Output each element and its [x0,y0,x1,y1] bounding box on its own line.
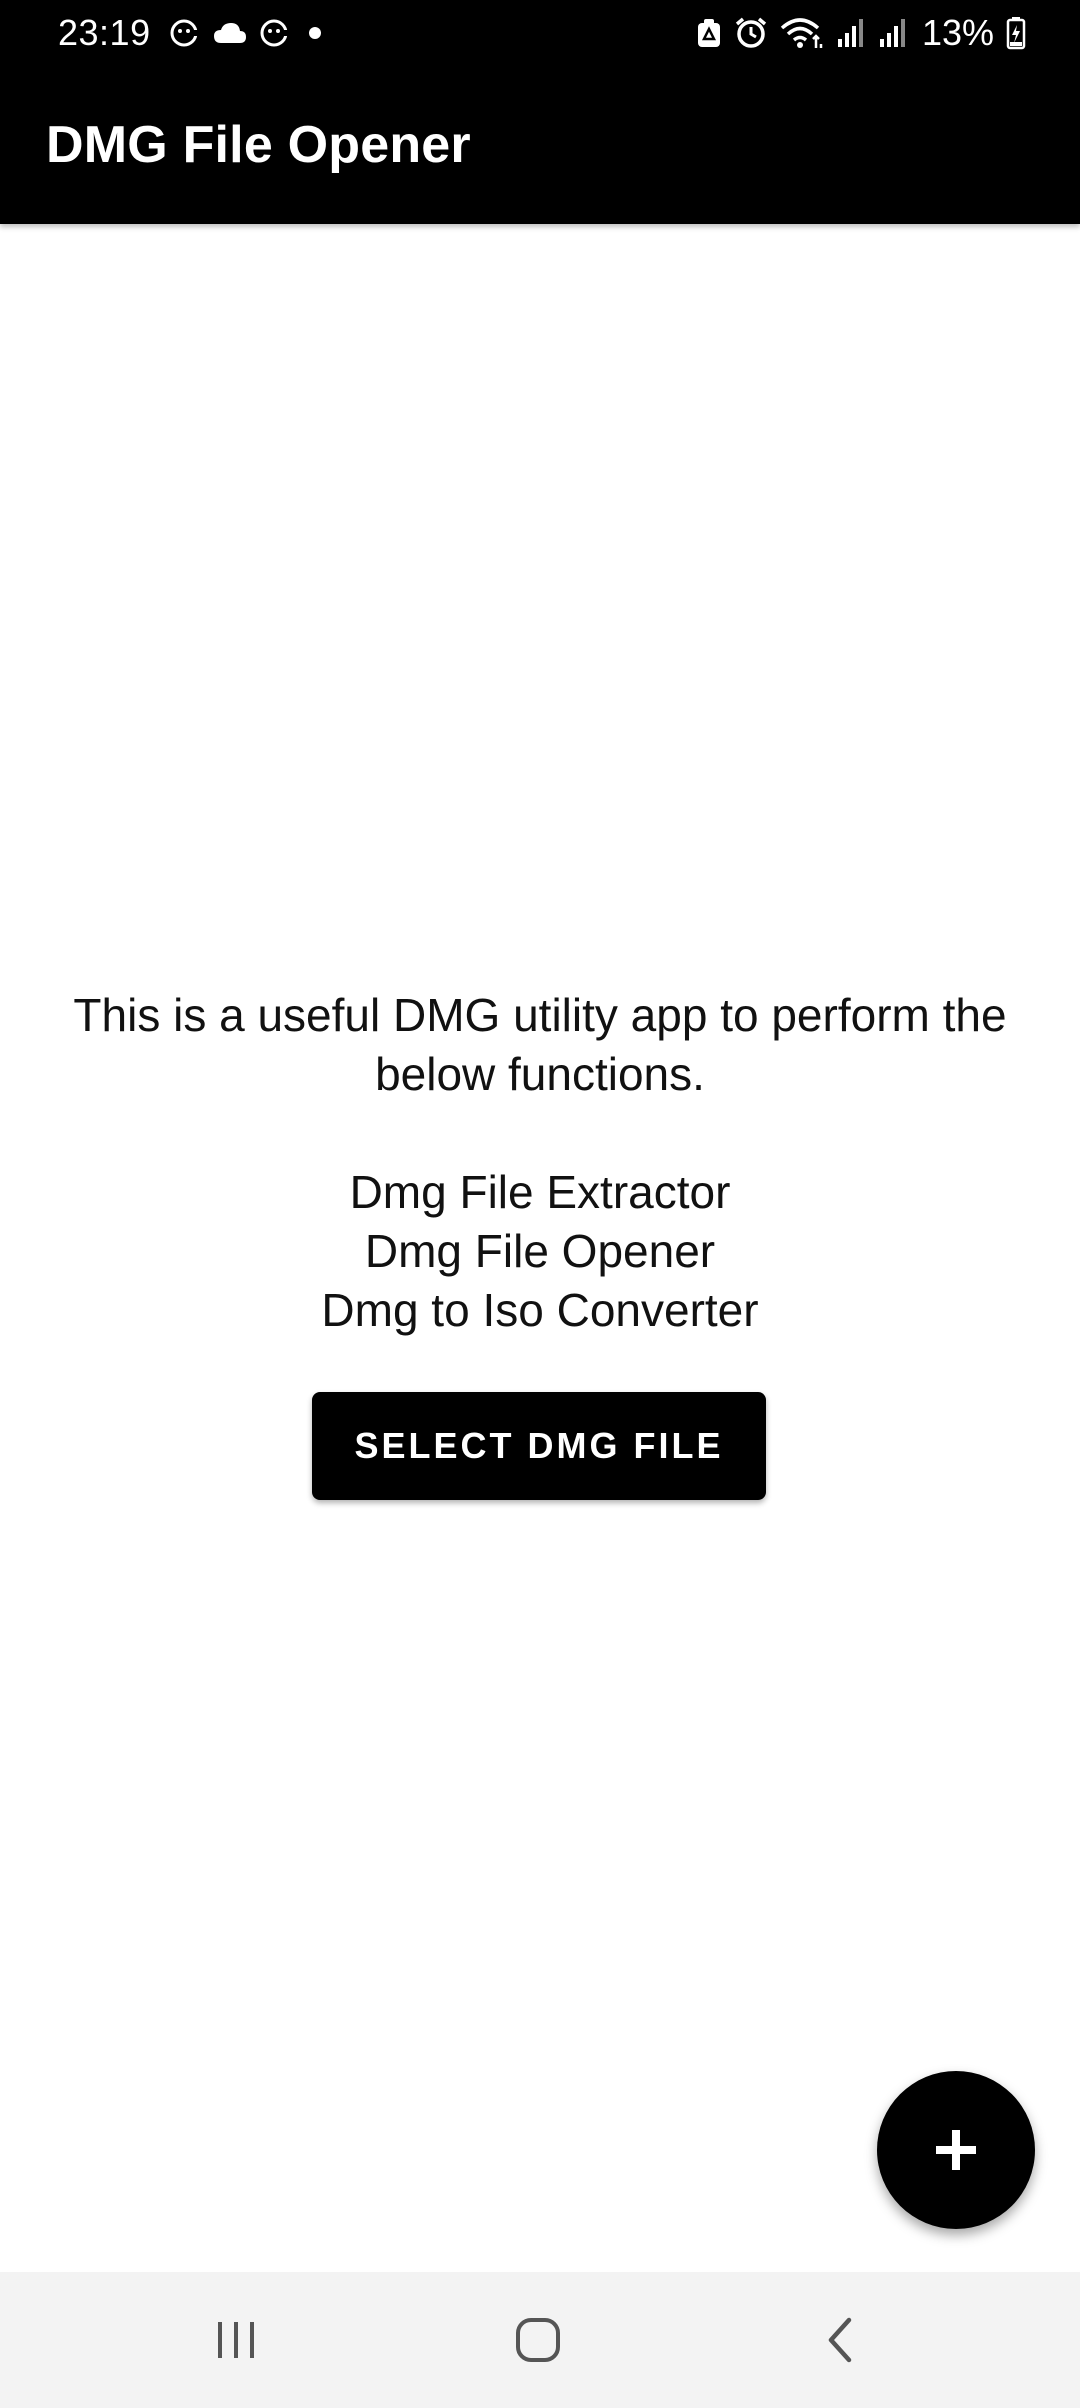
description-text: This is a useful DMG utility app to perf… [14,986,1066,1340]
battery-percentage: 13% [921,12,994,53]
select-dmg-file-button[interactable]: SELECT DMG FILE [312,1392,766,1500]
home-button[interactable] [458,2272,618,2408]
status-bar: 23:19 13% [0,0,1080,66]
status-right: 13% [696,0,1026,66]
feature-item: Dmg File Extractor [349,1166,731,1218]
recycle-icon [696,17,722,49]
navigation-bar [0,2272,1080,2408]
intro-text: This is a useful DMG utility app to perf… [73,989,1007,1100]
face-icon [259,18,291,48]
back-button[interactable] [760,2272,920,2408]
feature-item: Dmg File Opener [364,1225,716,1277]
plus-icon [936,2130,976,2170]
face-icon [169,18,201,48]
recents-icon [214,2318,258,2362]
home-icon [514,2316,562,2364]
status-left: 23:19 [58,0,327,66]
app-bar: DMG File Opener [0,66,1080,224]
signal-icon [878,17,908,49]
back-icon [825,2316,855,2364]
cloud-icon [213,21,247,45]
dot-icon [303,21,327,45]
recents-button[interactable] [156,2272,316,2408]
battery-charging-icon [1006,16,1026,50]
page-title: DMG File Opener [46,116,471,174]
signal-icon [836,17,866,49]
main-content: This is a useful DMG utility app to perf… [0,224,1080,2272]
alarm-icon [734,16,768,50]
feature-item: Dmg to Iso Converter [321,1284,759,1336]
status-time: 23:19 [58,12,151,53]
add-button[interactable] [877,2071,1035,2229]
wifi-icon [780,16,824,50]
